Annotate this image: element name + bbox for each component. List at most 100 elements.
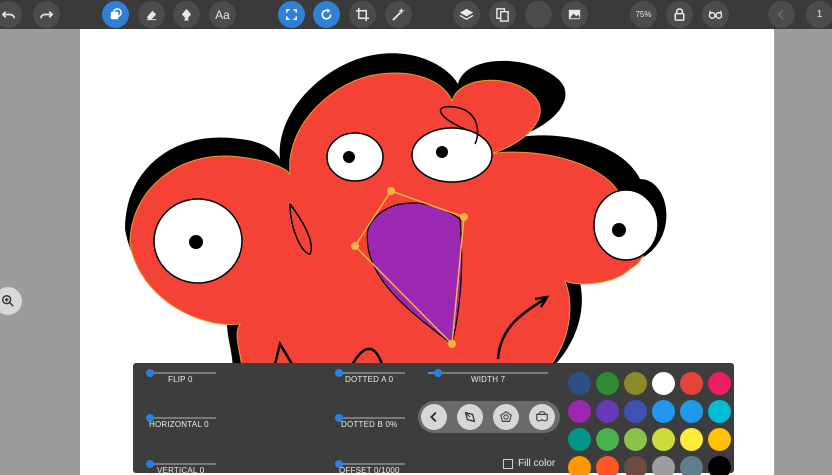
color-swatch[interactable] (680, 428, 703, 451)
drawing-app: Aa 75% 1 FLIP 0 HORIZONTAL 0 VERTICAL 0 … (0, 0, 832, 475)
color-swatch[interactable] (680, 456, 703, 475)
color-swatch[interactable] (624, 456, 647, 475)
dotted-a-slider-knob[interactable] (335, 369, 343, 377)
selection-handle[interactable] (460, 213, 468, 221)
layers-icon (459, 8, 474, 20)
top-eye (411, 127, 493, 183)
color-swatch[interactable] (596, 456, 619, 475)
left-pupil (189, 235, 203, 249)
chevron-left-icon (430, 412, 437, 422)
eraser-icon (146, 10, 157, 21)
copy-icon (496, 8, 509, 22)
polygon-icon (500, 411, 512, 422)
middle-pupil (343, 151, 355, 163)
duplicate-button[interactable] (489, 1, 516, 28)
previous-page-button[interactable] (768, 1, 795, 28)
color-swatch[interactable] (708, 400, 731, 423)
top-toolbar: Aa 75% 1 (0, 0, 832, 29)
color-swatch[interactable] (568, 372, 591, 395)
undo-button[interactable] (0, 1, 22, 28)
preview-button[interactable] (702, 1, 729, 28)
color-swatch[interactable] (624, 428, 647, 451)
color-swatch[interactable] (596, 400, 619, 423)
zoom-button[interactable] (0, 287, 22, 315)
width-slider[interactable] (428, 369, 548, 377)
dotted-b-label: DOTTED B 0% (341, 420, 398, 429)
pen-nib-icon (464, 411, 476, 423)
selection-handle[interactable] (351, 242, 359, 250)
top-pupil (436, 146, 448, 158)
color-swatch[interactable] (624, 400, 647, 423)
back-button[interactable] (421, 404, 447, 430)
page-number-button[interactable]: 1 (806, 1, 832, 28)
redo-button[interactable] (33, 1, 60, 28)
color-swatch[interactable] (568, 456, 591, 475)
shape-style-button[interactable] (493, 404, 519, 430)
color-swatch[interactable] (680, 400, 703, 423)
color-preview-button[interactable] (525, 1, 552, 28)
page-number: 1 (816, 9, 823, 20)
rotate-icon (321, 8, 332, 20)
fill-color-toggle[interactable]: Fill color (503, 458, 555, 469)
dotted-a-slider[interactable] (335, 369, 405, 377)
fill-color-checkbox[interactable] (503, 458, 513, 469)
chevron-left-icon (777, 9, 784, 20)
layers-button[interactable] (453, 1, 480, 28)
image-button[interactable] (561, 1, 588, 28)
redo-icon (40, 11, 54, 19)
color-swatch[interactable] (624, 372, 647, 395)
dotted-b-slider[interactable] (335, 414, 405, 422)
expand-arrows-icon (286, 9, 297, 20)
color-swatch[interactable] (596, 428, 619, 451)
flip-slider[interactable] (146, 369, 216, 377)
crop-button[interactable] (349, 1, 376, 28)
magic-wand-button[interactable] (385, 1, 412, 28)
shape-tool-button[interactable] (102, 1, 129, 28)
fill-color-label: Fill color (518, 458, 556, 469)
color-swatch[interactable] (708, 372, 731, 395)
select-transform-button[interactable] (278, 1, 305, 28)
fill-tool-button[interactable] (173, 1, 200, 28)
lock-icon (674, 8, 685, 21)
selection-handle[interactable] (387, 187, 395, 195)
color-swatch[interactable] (568, 428, 591, 451)
stroke-settings-panel: FLIP 0 HORIZONTAL 0 VERTICAL 0 DOTTED A … (133, 363, 734, 475)
text-tool-label: Aa (215, 7, 230, 22)
pen-style-button[interactable] (457, 404, 483, 430)
dotted-a-label: DOTTED A 0 (345, 375, 394, 384)
crop-icon (355, 7, 370, 22)
horizontal-slider[interactable] (146, 414, 216, 422)
width-slider-knob[interactable] (434, 369, 442, 377)
zoom-level-button[interactable]: 75% (630, 1, 657, 28)
eraser-button[interactable] (138, 1, 165, 28)
color-swatch[interactable] (652, 372, 675, 395)
vertical-label: VERTICAL 0 (157, 466, 205, 475)
color-swatch[interactable] (652, 428, 675, 451)
right-eye (593, 189, 659, 261)
lock-button[interactable] (666, 1, 693, 28)
paint-bucket-icon (181, 8, 192, 21)
offset-label: OFFSET 0/1000 (339, 466, 400, 475)
vertical-slider-knob[interactable] (146, 460, 154, 468)
color-swatch[interactable] (652, 400, 675, 423)
vertical-slider[interactable] (146, 460, 216, 468)
color-swatch[interactable] (708, 456, 731, 475)
glasses-icon (708, 10, 723, 19)
image-icon (568, 9, 581, 20)
text-tool-button[interactable]: Aa (209, 1, 236, 28)
undo-icon (1, 11, 15, 19)
color-swatch[interactable] (568, 400, 591, 423)
right-pupil (612, 223, 626, 237)
zoom-level: 75% (635, 10, 652, 19)
flip-slider-knob[interactable] (146, 369, 154, 377)
rotate-button[interactable] (313, 1, 340, 28)
mask-style-button[interactable] (529, 404, 555, 430)
zoom-in-icon (2, 295, 14, 307)
offset-slider[interactable] (335, 460, 405, 468)
selection-handle[interactable] (448, 340, 456, 348)
color-swatch[interactable] (652, 456, 675, 475)
horizontal-label: HORIZONTAL 0 (149, 420, 209, 429)
color-swatch[interactable] (680, 372, 703, 395)
color-swatch[interactable] (596, 372, 619, 395)
color-swatch[interactable] (708, 428, 731, 451)
